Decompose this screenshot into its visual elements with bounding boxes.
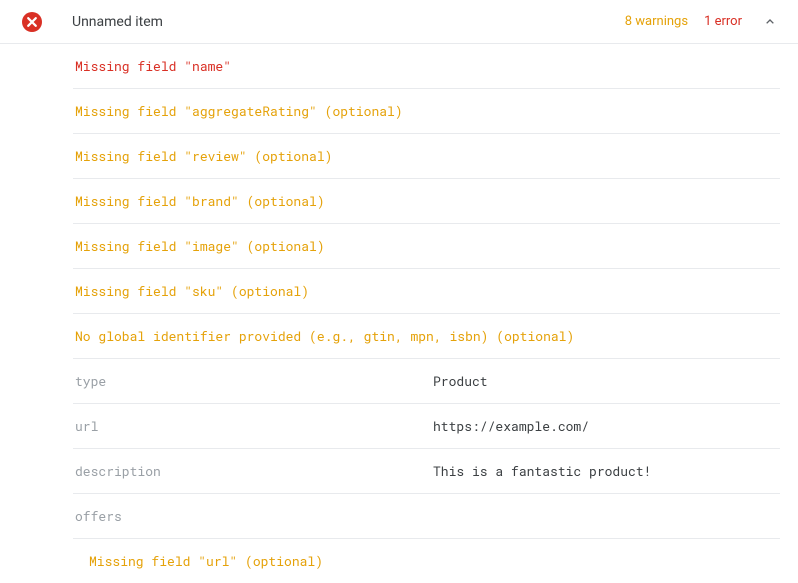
chevron-up-icon[interactable]	[760, 12, 780, 32]
item-title: Unnamed item	[72, 14, 625, 30]
validation-message: Missing field "name"	[73, 44, 780, 89]
property-key: type	[75, 372, 433, 390]
validation-message: Missing field "url" (optional)	[73, 539, 780, 583]
validation-message: Missing field "image" (optional)	[73, 224, 780, 269]
property-value: https://example.com/	[433, 417, 780, 435]
validation-message: Missing field "aggregateRating" (optiona…	[73, 89, 780, 134]
validation-message: Missing field "review" (optional)	[73, 134, 780, 179]
property-key: offers	[75, 507, 433, 525]
validation-message: No global identifier provided (e.g., gti…	[73, 314, 780, 359]
property-row: url https://example.com/	[73, 404, 780, 449]
item-header[interactable]: Unnamed item 8 warnings 1 error	[0, 0, 798, 44]
error-icon	[22, 12, 42, 32]
warnings-count: 8 warnings	[625, 14, 688, 29]
property-value: This is a fantastic product!	[433, 462, 780, 480]
validation-message: Missing field "brand" (optional)	[73, 179, 780, 224]
issue-counts: 8 warnings 1 error	[625, 14, 742, 29]
property-row: description This is a fantastic product!	[73, 449, 780, 494]
validation-item-panel: Unnamed item 8 warnings 1 error Missing …	[0, 0, 798, 583]
validation-message: Missing field "sku" (optional)	[73, 269, 780, 314]
property-value: Product	[433, 372, 780, 390]
property-row: type Product	[73, 359, 780, 404]
errors-count: 1 error	[704, 14, 742, 29]
property-value	[433, 507, 780, 525]
item-details: Missing field "name" Missing field "aggr…	[0, 44, 798, 583]
property-key: url	[75, 417, 433, 435]
property-row-offers: offers	[73, 494, 780, 539]
property-key: description	[75, 462, 433, 480]
